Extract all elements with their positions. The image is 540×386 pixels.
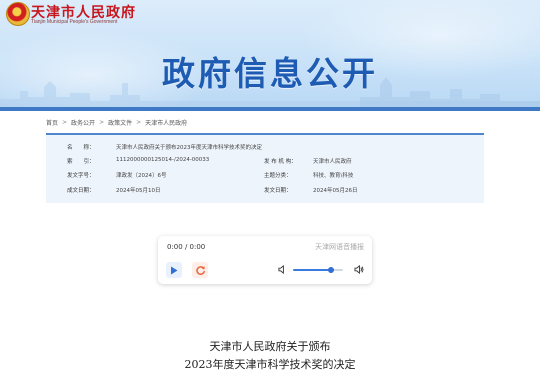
breadcrumb-separator: > — [99, 118, 105, 126]
site-name-en: Tianjin Municipal People's Government — [31, 19, 118, 25]
volume-fill — [293, 269, 331, 271]
play-button[interactable] — [166, 262, 182, 278]
meta-label: 发 布 机 构： — [264, 159, 297, 165]
reload-icon — [195, 265, 205, 275]
meta-label: 发文字号： — [67, 173, 95, 179]
breadcrumb-home[interactable]: 首页 — [46, 118, 58, 127]
meta-label: 主题分类： — [264, 173, 292, 179]
volume-low-icon[interactable] — [278, 265, 287, 274]
meta-label: 成文日期： — [67, 188, 95, 194]
national-emblem-icon[interactable] — [6, 2, 30, 26]
breadcrumb-item[interactable]: 政策文件 — [108, 118, 132, 127]
document-title: 天津市人民政府关于颁布 2023年度天津市科学技术奖的决定 — [0, 338, 540, 374]
audio-time: 0:00 / 0:00 — [167, 243, 206, 251]
meta-value: 1112000000125014-/2024-00033 — [116, 157, 210, 163]
meta-value: 天津市人民政府关于颁布2023年度天津市科学技术奖的决定 — [116, 145, 262, 151]
document-title-line2: 2023年度天津市科学技术奖的决定 — [184, 358, 356, 371]
volume-icon[interactable] — [354, 265, 364, 274]
meta-value: 天津市人民政府 — [313, 159, 352, 165]
meta-row-doc-number: 发文字号： 津政发〔2024〕6号 主题分类： 科技、教育\科技 — [46, 171, 484, 182]
site-header: 天津市人民政府 Tianjin Municipal People's Gover… — [0, 0, 540, 111]
volume-knob[interactable] — [327, 267, 334, 273]
breadcrumb-separator: > — [62, 118, 68, 126]
breadcrumb-item[interactable]: 天津市人民政府 — [145, 118, 187, 127]
meta-label: 索 引： — [67, 159, 95, 165]
play-icon — [171, 266, 178, 274]
meta-row-name: 名 称： 天津市人民政府关于颁布2023年度天津市科学技术奖的决定 — [46, 143, 484, 154]
audio-player: 0:00 / 0:00 天津网语音播报 — [158, 236, 372, 284]
volume-slider[interactable] — [293, 267, 343, 273]
breadcrumb-item[interactable]: 政务公开 — [71, 118, 95, 127]
document-title-line1: 天津市人民政府关于颁布 — [209, 340, 331, 353]
breadcrumb-separator: > — [136, 118, 142, 126]
meta-row-dates: 成文日期： 2024年05月10日 发文日期： 2024年05月26日 — [46, 186, 484, 197]
meta-row-index: 索 引： 1112000000125014-/2024-00033 发 布 机 … — [46, 157, 484, 168]
meta-label: 名 称： — [67, 145, 95, 151]
meta-value: 2024年05月26日 — [313, 188, 358, 194]
meta-value: 科技、教育\科技 — [313, 173, 354, 179]
meta-value: 津政发〔2024〕6号 — [116, 173, 167, 179]
audio-hint: 天津网语音播报 — [315, 243, 364, 251]
meta-value: 2024年05月10日 — [116, 188, 161, 194]
meta-label: 发文日期： — [264, 188, 292, 194]
banner-title: 政府信息公开 — [162, 54, 378, 93]
breadcrumb: 首页 > 政务公开 > 政策文件 > 天津市人民政府 — [46, 117, 486, 127]
reload-button[interactable] — [192, 262, 208, 278]
document-meta-table: 名 称： 天津市人民政府关于颁布2023年度天津市科学技术奖的决定 索 引： 1… — [46, 133, 484, 203]
